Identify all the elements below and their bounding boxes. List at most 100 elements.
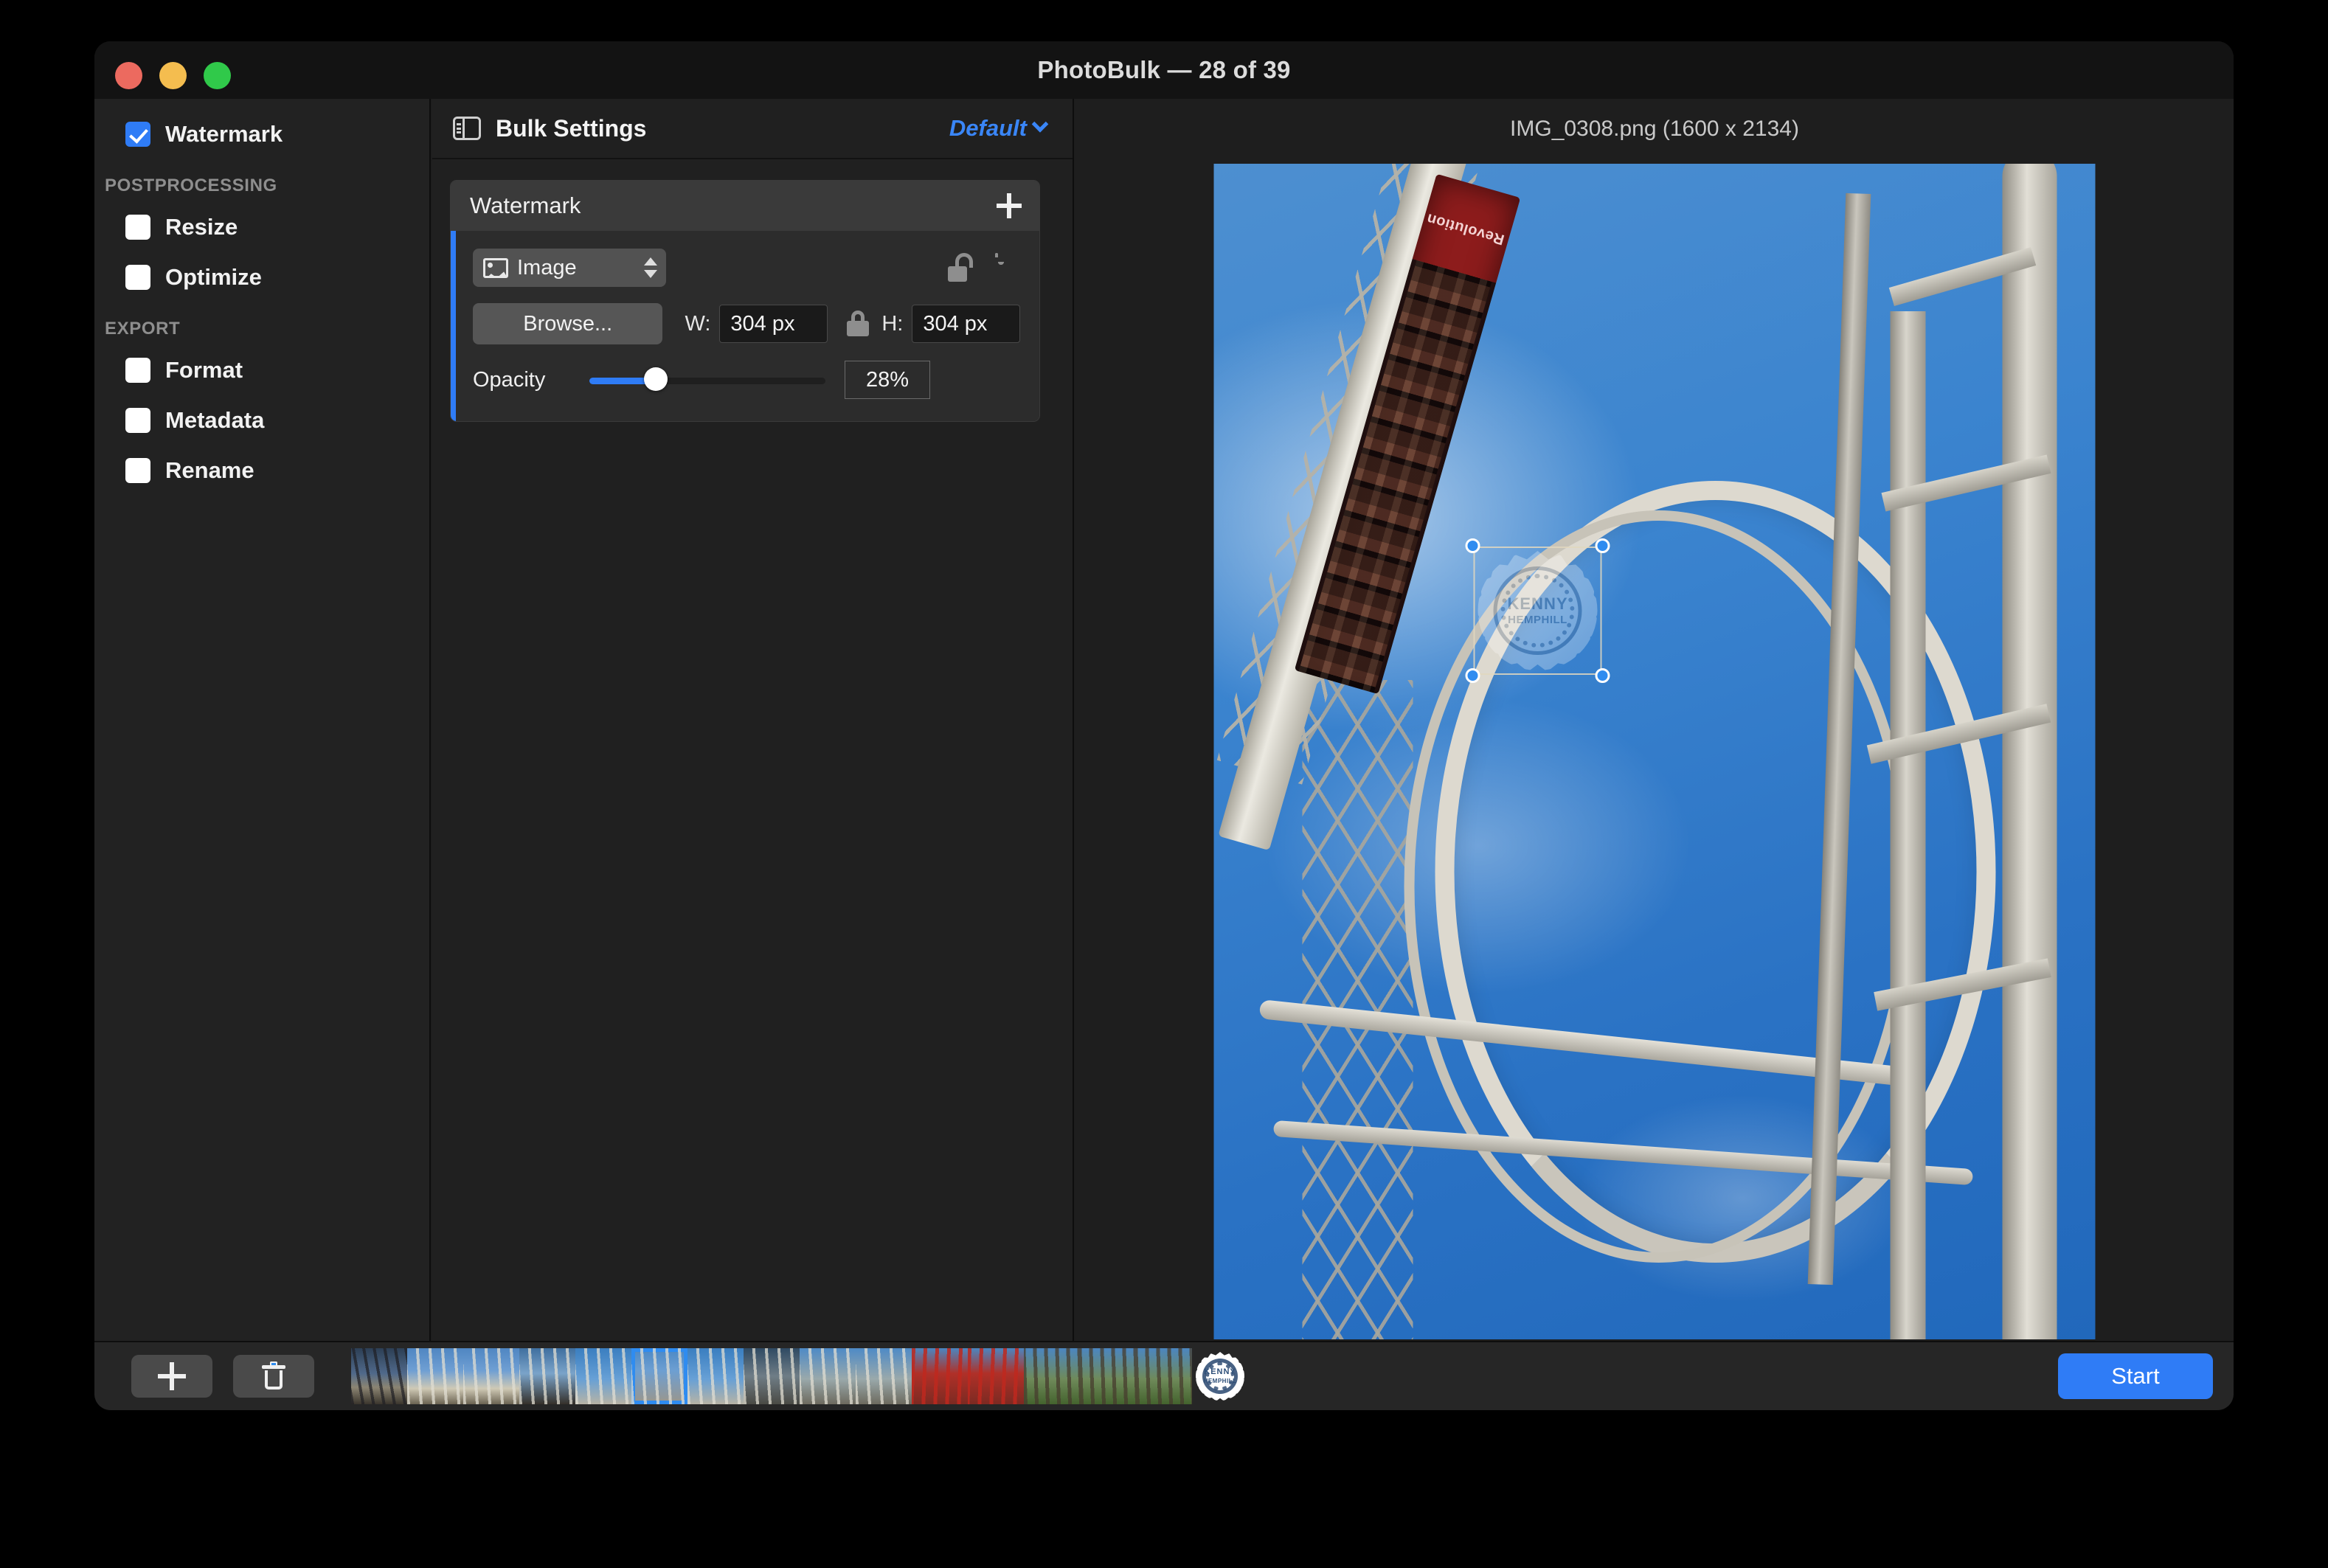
thumbnail-item[interactable]: [351, 1348, 407, 1404]
width-label: W:: [685, 311, 711, 336]
opacity-value[interactable]: 28%: [845, 361, 930, 399]
sidebar-item-label: Format: [165, 357, 243, 383]
thumbnail-detail: [463, 1348, 519, 1404]
height-input[interactable]: 304 px: [912, 305, 1020, 343]
preset-dropdown[interactable]: Default: [949, 115, 1049, 142]
active-accent-bar: [451, 231, 456, 421]
bulk-settings-header: Bulk Settings Default: [432, 99, 1073, 159]
watermark-card-body: Image Browse... W: 304 px H: 304 px Opac…: [451, 231, 1039, 421]
watermark-type-row: Image: [473, 249, 1020, 287]
support-column-2: [1890, 311, 1926, 1339]
thumbnail-item[interactable]: [407, 1348, 463, 1404]
trash-icon: [262, 1361, 285, 1391]
trash-icon[interactable]: [995, 253, 1020, 282]
watermark-overlay[interactable]: KENNY HEMPHILL: [1465, 538, 1610, 683]
thumbnail-item[interactable]: [856, 1348, 912, 1404]
thumbnail-detail: [744, 1348, 800, 1404]
resize-handle-bottom-left[interactable]: [1465, 668, 1480, 683]
thumbnail-detail: [575, 1348, 631, 1404]
image-icon: [483, 257, 508, 278]
sidebar-item-watermark[interactable]: Watermark: [94, 109, 429, 159]
resize-handle-bottom-right[interactable]: [1595, 668, 1610, 683]
badge-inner: KENNY HEMPHILL: [1204, 1364, 1236, 1388]
app-window: PhotoBulk — 28 of 39 Watermark POSTPROCE…: [94, 41, 2234, 1410]
thumbnail-detail: [912, 1348, 968, 1404]
sidebar-item-resize[interactable]: Resize: [94, 202, 429, 252]
thumbnail-detail: [968, 1348, 1024, 1404]
metadata-checkbox[interactable]: [125, 408, 150, 433]
sidebar-item-label: Watermark: [165, 121, 283, 147]
chevron-down-icon: [1031, 116, 1049, 133]
thumbnail-item[interactable]: [1136, 1348, 1192, 1404]
page-title: Bulk Settings: [496, 114, 647, 142]
sidebar-toggle-icon[interactable]: [453, 117, 481, 140]
plus-icon[interactable]: [995, 192, 1023, 220]
watermark-card: Watermark Image Browse... W: 304 px H: 3…: [450, 180, 1040, 422]
opacity-label: Opacity: [473, 367, 546, 392]
bulk-settings-panel: Bulk Settings Default Watermark Image Br…: [432, 99, 1074, 1341]
watermark-source-row: Browse... W: 304 px H: 304 px: [473, 303, 1020, 344]
thumbnail-item[interactable]: [631, 1348, 687, 1404]
thumbnail-item[interactable]: [463, 1348, 519, 1404]
lock-icon[interactable]: [847, 311, 870, 337]
window-title: PhotoBulk — 28 of 39: [1037, 56, 1291, 83]
sidebar-item-format[interactable]: Format: [94, 345, 429, 395]
browse-button[interactable]: Browse...: [473, 303, 663, 344]
sidebar-item-rename[interactable]: Rename: [94, 445, 429, 496]
preview-image[interactable]: Revolution KENNY HEMPHILL: [1213, 164, 2096, 1339]
thumbnail-watermark-logo[interactable]: KENNY HEMPHILL: [1192, 1348, 1248, 1404]
preview-filename: IMG_0308.png (1600 x 2134): [1510, 117, 1799, 141]
watermark-card-header: Watermark: [451, 181, 1039, 231]
thumbnail-item[interactable]: [1080, 1348, 1136, 1404]
thumbnail-item[interactable]: [687, 1348, 744, 1404]
body-area: Watermark POSTPROCESSING Resize Optimize…: [94, 99, 2234, 1341]
add-images-button[interactable]: [131, 1355, 212, 1398]
resize-handle-top-right[interactable]: [1595, 538, 1610, 553]
thumbnail-item[interactable]: [800, 1348, 856, 1404]
thumbnail-detail: [407, 1348, 463, 1404]
sidebar: Watermark POSTPROCESSING Resize Optimize…: [94, 99, 431, 1341]
start-button[interactable]: Start: [2058, 1353, 2213, 1399]
preset-label: Default: [949, 115, 1027, 141]
width-input[interactable]: 304 px: [719, 305, 828, 343]
delete-images-button[interactable]: [233, 1355, 314, 1398]
watermark-opacity-row: Opacity 28%: [473, 361, 1020, 399]
sidebar-item-label: Rename: [165, 457, 254, 483]
thumbnail-detail: [1136, 1348, 1192, 1404]
thumbnail-item[interactable]: [744, 1348, 800, 1404]
resize-checkbox[interactable]: [125, 215, 150, 240]
watermark-type-select[interactable]: Image: [473, 249, 666, 287]
preview-pane: IMG_0308.png (1600 x 2134) Revolution KE…: [1075, 99, 2234, 1341]
slider-knob[interactable]: [643, 367, 668, 391]
thumbnail-detail: [800, 1348, 856, 1404]
thumbnail-item[interactable]: [1024, 1348, 1080, 1404]
opacity-slider[interactable]: [589, 367, 825, 391]
sidebar-item-optimize[interactable]: Optimize: [94, 252, 429, 302]
thumbnail-detail: [351, 1348, 407, 1404]
format-checkbox[interactable]: [125, 358, 150, 383]
thumbnail-item[interactable]: [575, 1348, 631, 1404]
height-label: H:: [881, 311, 904, 336]
rename-checkbox[interactable]: [125, 458, 150, 483]
thumbnail-item[interactable]: [912, 1348, 968, 1404]
thumbnail-detail: [631, 1348, 687, 1404]
watermark-badge: KENNY HEMPHILL: [1196, 1352, 1244, 1401]
sidebar-group-export: EXPORT: [105, 319, 181, 339]
resize-handle-top-left[interactable]: [1465, 538, 1480, 553]
optimize-checkbox[interactable]: [125, 265, 150, 290]
thumbnail-detail: [856, 1348, 912, 1404]
sidebar-item-label: Optimize: [165, 264, 262, 290]
sidebar-item-metadata[interactable]: Metadata: [94, 395, 429, 445]
thumbnail-item[interactable]: [968, 1348, 1024, 1404]
watermark-type-value: Image: [517, 255, 577, 280]
watermark-checkbox[interactable]: [125, 122, 150, 147]
stepper-arrows-icon: [644, 257, 657, 278]
thumbnail-item[interactable]: [519, 1348, 575, 1404]
train-logo-text: Revolution: [1424, 210, 1506, 249]
thumbnail-strip[interactable]: KENNY HEMPHILL: [351, 1348, 2031, 1404]
sidebar-group-postprocessing: POSTPROCESSING: [105, 176, 277, 195]
title-bar: PhotoBulk — 28 of 39: [94, 41, 2234, 99]
thumbnail-detail: [1024, 1348, 1080, 1404]
unlock-icon[interactable]: [948, 253, 976, 282]
bottom-toolbar: KENNY HEMPHILL Start: [94, 1341, 2234, 1410]
